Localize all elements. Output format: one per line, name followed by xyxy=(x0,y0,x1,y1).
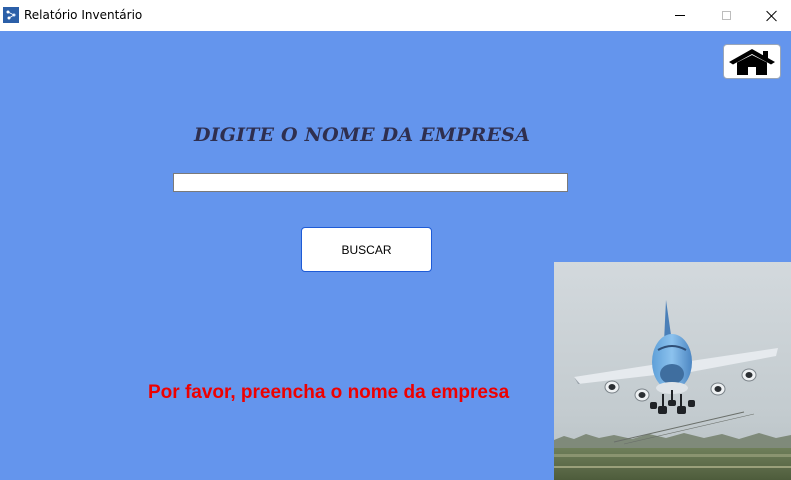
title-bar: Relatório Inventário xyxy=(0,0,791,31)
minimize-button[interactable] xyxy=(657,0,703,31)
home-icon xyxy=(729,48,775,75)
app-icon xyxy=(3,7,19,23)
validation-error-message: Por favor, preencha o nome da empresa xyxy=(148,382,510,403)
window-title: Relatório Inventário xyxy=(24,8,143,22)
maximize-icon xyxy=(721,11,731,20)
airplane-image xyxy=(554,262,791,480)
maximize-button[interactable] xyxy=(703,0,749,31)
close-icon xyxy=(766,10,778,22)
minimize-icon xyxy=(675,15,685,16)
page-heading: DIGITE O NOME DA EMPRESA xyxy=(193,124,531,146)
company-name-input[interactable] xyxy=(173,173,568,192)
search-button[interactable]: BUSCAR xyxy=(301,227,432,272)
close-button[interactable] xyxy=(749,0,791,31)
home-button[interactable] xyxy=(723,44,781,79)
